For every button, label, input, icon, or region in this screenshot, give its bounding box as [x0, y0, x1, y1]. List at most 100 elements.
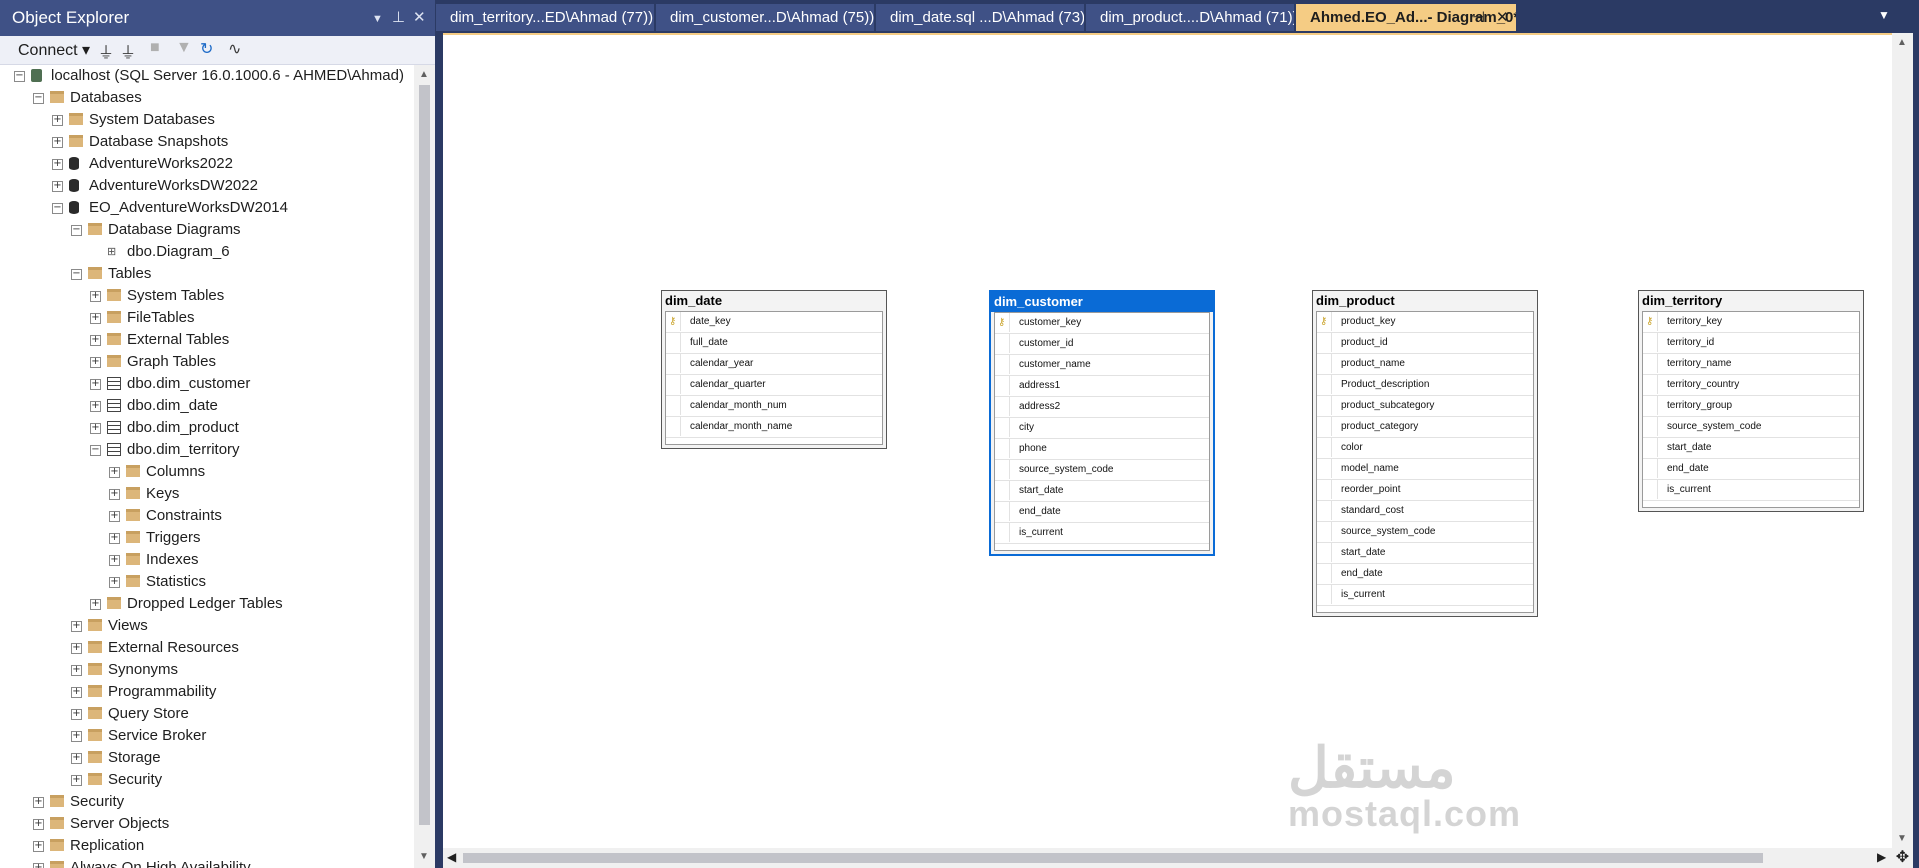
dropdown-icon[interactable]: ▼	[372, 1, 383, 37]
row-selector[interactable]	[1643, 333, 1658, 352]
row-selector[interactable]	[1317, 585, 1332, 604]
diagram-column-row[interactable]: full_date	[666, 333, 882, 354]
scroll-left-icon[interactable]: ◀	[447, 850, 456, 864]
pin-icon[interactable]: ⊥	[392, 0, 405, 36]
diagram-column-row[interactable]: city	[995, 418, 1209, 439]
collapse-icon[interactable]: −	[71, 269, 82, 280]
vertical-scrollbar[interactable]: ▲ ▼	[1892, 33, 1913, 848]
diagram-column-row[interactable]: start_date	[1643, 438, 1859, 459]
tree-node[interactable]: + Query Store	[0, 703, 414, 725]
row-selector[interactable]	[1317, 417, 1332, 436]
tree-node[interactable]: + FileTables	[0, 307, 414, 329]
expand-icon[interactable]: +	[33, 863, 44, 868]
diagram-column-row[interactable]: reorder_point	[1317, 480, 1533, 501]
row-selector[interactable]	[1643, 375, 1658, 394]
tree-node[interactable]: + Statistics	[0, 571, 414, 593]
tree-node[interactable]: + Service Broker	[0, 725, 414, 747]
expand-icon[interactable]: +	[33, 819, 44, 830]
expand-icon[interactable]: +	[90, 379, 101, 390]
expand-icon[interactable]: +	[52, 115, 63, 126]
scrollbar-thumb[interactable]	[463, 853, 1763, 863]
diagram-column-row[interactable]: is_current	[995, 523, 1209, 544]
expand-icon[interactable]: +	[90, 291, 101, 302]
connect-plug-icon[interactable]: ⏚	[98, 39, 114, 63]
row-selector[interactable]	[1643, 417, 1658, 436]
tab-overflow-icon[interactable]: ▼	[1878, 8, 1890, 22]
document-tab[interactable]: dim_territory...ED\Ahmad (77))	[436, 4, 654, 31]
row-selector[interactable]	[995, 523, 1010, 542]
diagram-column-row[interactable]: product_id	[1317, 333, 1533, 354]
row-selector[interactable]	[995, 502, 1010, 521]
diagram-column-row[interactable]: ⚷ customer_key	[995, 313, 1209, 334]
row-selector[interactable]	[995, 460, 1010, 479]
row-selector[interactable]	[995, 439, 1010, 458]
diagram-column-row[interactable]: start_date	[1317, 543, 1533, 564]
row-selector[interactable]	[666, 375, 681, 394]
expand-icon[interactable]: +	[109, 511, 120, 522]
row-selector[interactable]	[995, 418, 1010, 437]
scroll-up-icon[interactable]: ▲	[419, 69, 429, 80]
diagram-column-row[interactable]: calendar_quarter	[666, 375, 882, 396]
tree-node[interactable]: + Server Objects	[0, 813, 414, 835]
collapse-icon[interactable]: −	[90, 445, 101, 456]
pin-tab-icon[interactable]: ⊣	[1472, 4, 1485, 31]
tree-node[interactable]: − Databases	[0, 87, 414, 109]
expand-icon[interactable]: +	[109, 555, 120, 566]
tree-node[interactable]: + Security	[0, 769, 414, 791]
row-selector[interactable]	[1643, 480, 1658, 499]
tree-node[interactable]: − localhost (SQL Server 16.0.1000.6 - AHM…	[0, 65, 414, 87]
expand-icon[interactable]: +	[90, 423, 101, 434]
diagram-column-row[interactable]: customer_name	[995, 355, 1209, 376]
document-tab[interactable]: dim_customer...D\Ahmad (75))	[656, 4, 874, 31]
tree-node[interactable]: + Views	[0, 615, 414, 637]
diagram-column-row[interactable]: start_date	[995, 481, 1209, 502]
document-tab[interactable]: dim_date.sql ...D\Ahmad (73))	[876, 4, 1084, 31]
diagram-column-row[interactable]: product_subcategory	[1317, 396, 1533, 417]
diagram-column-row[interactable]: Product_description	[1317, 375, 1533, 396]
document-tab[interactable]: Ahmed.EO_Ad...- Diagram_0* ⊣ ✕	[1296, 4, 1516, 31]
expand-icon[interactable]: +	[52, 137, 63, 148]
tree-node[interactable]: + Security	[0, 791, 414, 813]
expand-icon[interactable]: +	[52, 159, 63, 170]
tree-node[interactable]: + Constraints	[0, 505, 414, 527]
row-selector[interactable]	[1317, 354, 1332, 373]
tree-node[interactable]: ⊞ dbo.Diagram_6	[0, 241, 414, 263]
row-selector[interactable]	[666, 354, 681, 373]
scroll-right-icon[interactable]: ▶	[1877, 850, 1886, 864]
diagram-column-row[interactable]: source_system_code	[1643, 417, 1859, 438]
diagram-column-row[interactable]: end_date	[1317, 564, 1533, 585]
row-selector[interactable]	[1317, 459, 1332, 478]
expand-icon[interactable]: +	[90, 313, 101, 324]
row-selector[interactable]	[1643, 459, 1658, 478]
diagram-column-row[interactable]: ⚷ product_key	[1317, 312, 1533, 333]
expand-icon[interactable]: +	[71, 753, 82, 764]
tree-node[interactable]: + Keys	[0, 483, 414, 505]
tree-node[interactable]: + System Databases	[0, 109, 414, 131]
scrollbar-thumb[interactable]	[419, 85, 430, 825]
tree-node[interactable]: + Columns	[0, 461, 414, 483]
scroll-down-icon[interactable]: ▼	[419, 851, 429, 862]
diagram-column-row[interactable]: calendar_month_num	[666, 396, 882, 417]
diagram-column-row[interactable]: territory_group	[1643, 396, 1859, 417]
diagram-column-row[interactable]: territory_name	[1643, 354, 1859, 375]
row-selector[interactable]	[1317, 396, 1332, 415]
expand-icon[interactable]: +	[33, 841, 44, 852]
diagram-column-row[interactable]: source_system_code	[1317, 522, 1533, 543]
diagram-column-row[interactable]: end_date	[1643, 459, 1859, 480]
row-selector[interactable]	[1643, 354, 1658, 373]
expand-icon[interactable]: +	[71, 687, 82, 698]
tree-node[interactable]: + Graph Tables	[0, 351, 414, 373]
filter-icon[interactable]: ▼	[176, 39, 192, 57]
document-tab[interactable]: dim_product....D\Ahmad (71))*	[1086, 4, 1294, 31]
diagram-column-row[interactable]: standard_cost	[1317, 501, 1533, 522]
diagram-column-row[interactable]: calendar_month_name	[666, 417, 882, 438]
row-selector[interactable]	[1317, 522, 1332, 541]
tree-node[interactable]: + dbo.dim_product	[0, 417, 414, 439]
row-selector[interactable]	[1317, 501, 1332, 520]
row-selector[interactable]	[666, 333, 681, 352]
tree-node[interactable]: − dbo.dim_territory	[0, 439, 414, 461]
row-selector[interactable]	[1643, 396, 1658, 415]
scroll-down-icon[interactable]: ▼	[1897, 833, 1907, 844]
tree-node[interactable]: − Tables	[0, 263, 414, 285]
tree-node[interactable]: + Always On High Availability	[0, 857, 414, 868]
